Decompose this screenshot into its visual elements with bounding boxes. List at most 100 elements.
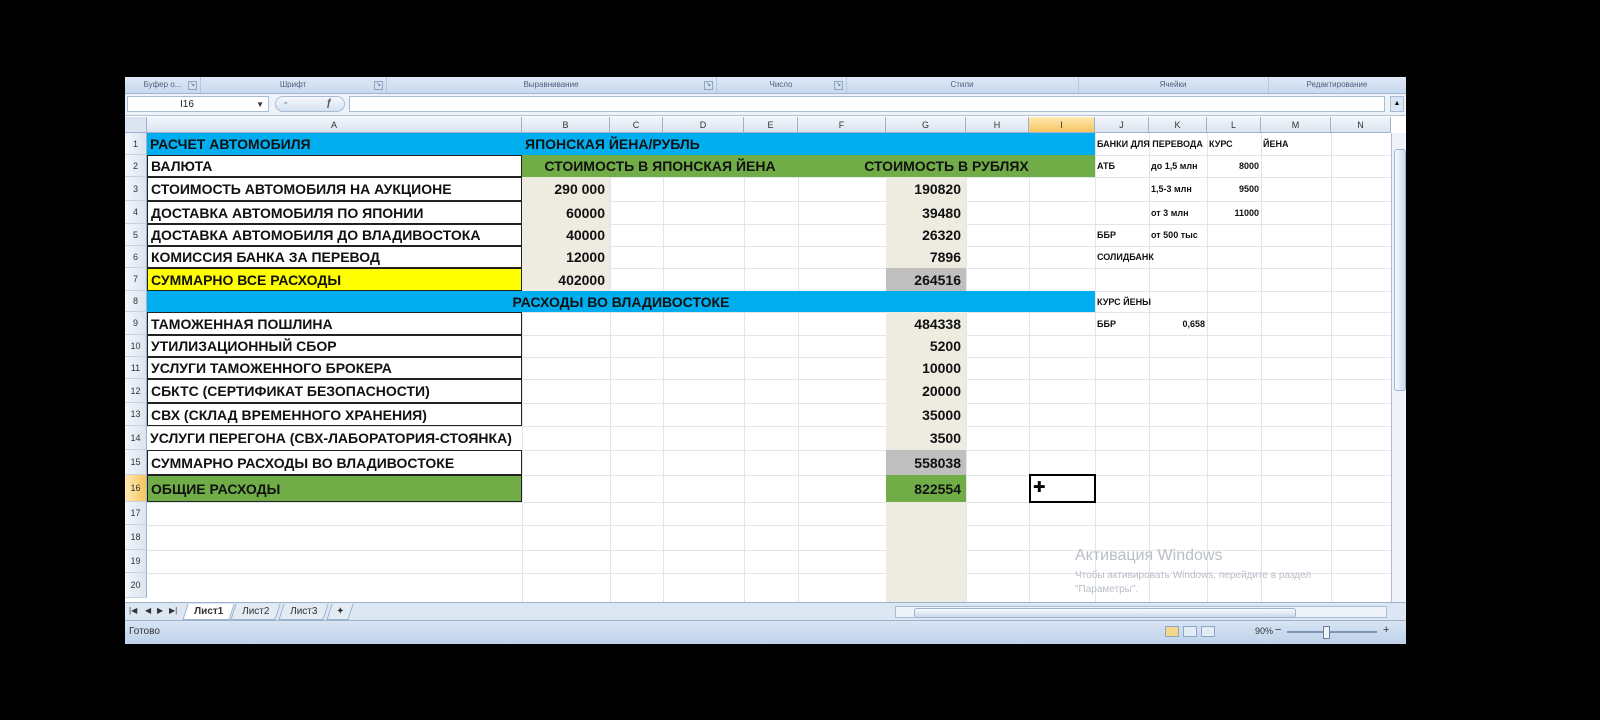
cell-a12[interactable]: СБКТС (СЕРТИФИКАТ БЕЗОПАСНОСТИ) xyxy=(147,379,522,403)
cell-j2[interactable]: АТБ xyxy=(1095,155,1149,177)
cell-g4[interactable]: 39480 xyxy=(886,201,966,224)
cell-g6[interactable]: 7896 xyxy=(886,246,966,268)
cell-a10[interactable]: УТИЛИЗАЦИОННЫЙ СБОР xyxy=(147,335,522,357)
cell-a9[interactable]: ТАМОЖЕННАЯ ПОШЛИНА xyxy=(147,312,522,335)
column-header-n[interactable]: N xyxy=(1331,117,1391,133)
column-header-f[interactable]: F xyxy=(798,117,886,133)
cell-b7[interactable]: 402000 xyxy=(522,268,610,291)
cell-g15[interactable]: 558038 xyxy=(886,450,966,475)
cell-a14[interactable]: УСЛУГИ ПЕРЕГОНА (СВХ-ЛАБОРАТОРИЯ-СТОЯНКА… xyxy=(147,426,522,450)
row-header[interactable]: 9 xyxy=(125,312,147,335)
last-sheet-icon[interactable]: ▶| xyxy=(169,606,177,615)
row-header[interactable]: 20 xyxy=(125,573,147,598)
cell-k3[interactable]: 1,5-3 млн xyxy=(1149,177,1207,201)
cell-a8[interactable]: РАСХОДЫ ВО ВЛАДИВОСТОКЕ xyxy=(147,291,1095,312)
cell-f2[interactable]: СТОИМОСТЬ В РУБЛЯХ xyxy=(798,155,1095,177)
cell-b4[interactable]: 60000 xyxy=(522,201,610,224)
cell-j8[interactable]: КУРС ЙЕНЫ xyxy=(1095,291,1207,312)
cell-l4[interactable]: 11000 xyxy=(1207,201,1261,224)
column-header-l[interactable]: L xyxy=(1207,117,1261,133)
cell-a1[interactable]: РАСЧЕТ АВТОМОБИЛЯ xyxy=(147,133,522,155)
horizontal-scrollbar[interactable] xyxy=(895,606,1387,618)
zoom-slider[interactable] xyxy=(1287,631,1377,633)
insert-function-icon[interactable]: ƒ xyxy=(326,97,332,111)
row-header[interactable]: 15 xyxy=(125,450,147,475)
cell-g10[interactable]: 5200 xyxy=(886,335,966,357)
normal-view-icon[interactable] xyxy=(1165,626,1179,637)
column-header-k[interactable]: K xyxy=(1149,117,1207,133)
dialog-launcher-icon[interactable]: ↘ xyxy=(834,81,843,90)
row-header[interactable]: 2 xyxy=(125,155,147,177)
cell-a13[interactable]: СВХ (СКЛАД ВРЕМЕННОГО ХРАНЕНИЯ) xyxy=(147,403,522,426)
horizontal-scroll-thumb[interactable] xyxy=(914,608,1296,618)
column-header-c[interactable]: C xyxy=(610,117,663,133)
cell-j5[interactable]: ББР xyxy=(1095,224,1149,246)
dialog-launcher-icon[interactable]: ↘ xyxy=(374,81,383,90)
cell-m1[interactable]: ЙЕНА xyxy=(1261,133,1331,155)
column-header-e[interactable]: E xyxy=(744,117,798,133)
insert-sheet-icon[interactable]: ✦ xyxy=(326,604,354,620)
vertical-scrollbar[interactable] xyxy=(1391,133,1406,602)
formula-input[interactable] xyxy=(349,96,1385,112)
row-header[interactable]: 4 xyxy=(125,201,147,224)
row-header[interactable]: 16 xyxy=(125,475,147,502)
cell-k9[interactable]: 0,658 xyxy=(1149,312,1207,335)
zoom-out-icon[interactable]: − xyxy=(1275,624,1281,636)
cell-a3[interactable]: СТОИМОСТЬ АВТОМОБИЛЯ НА АУКЦИОНЕ xyxy=(147,177,522,201)
cell-l3[interactable]: 9500 xyxy=(1207,177,1261,201)
cell-g13[interactable]: 35000 xyxy=(886,403,966,426)
row-header[interactable]: 5 xyxy=(125,224,147,246)
name-box[interactable]: I16 ▼ xyxy=(127,96,269,112)
cell-j6[interactable]: СОЛИДБАНК xyxy=(1095,246,1207,268)
row-header[interactable]: 19 xyxy=(125,550,147,573)
row-header[interactable]: 6 xyxy=(125,246,147,268)
cell-g7[interactable]: 264516 xyxy=(886,268,966,291)
select-all-corner[interactable] xyxy=(125,117,147,133)
zoom-level[interactable]: 90% xyxy=(1255,626,1273,636)
dialog-launcher-icon[interactable]: ↘ xyxy=(188,81,197,90)
row-header[interactable]: 13 xyxy=(125,403,147,426)
sheet-tab-1[interactable]: Лист1 xyxy=(182,604,235,620)
column-header-h[interactable]: H xyxy=(966,117,1029,133)
column-header-m[interactable]: M xyxy=(1261,117,1331,133)
cell-b3[interactable]: 290 000 xyxy=(522,177,610,201)
row-header[interactable]: 17 xyxy=(125,502,147,525)
cell-k2[interactable]: до 1,5 млн xyxy=(1149,155,1207,177)
cell-g9[interactable]: 484338 xyxy=(886,312,966,335)
sheet-tab-3[interactable]: Лист3 xyxy=(278,604,329,620)
cell-a6[interactable]: КОМИССИЯ БАНКА ЗА ПЕРЕВОД xyxy=(147,246,522,268)
next-sheet-icon[interactable]: ▶ xyxy=(157,606,163,615)
cell-a16[interactable]: ОБЩИЕ РАСХОДЫ xyxy=(147,475,522,502)
formula-expand-icon[interactable]: ▲ xyxy=(1390,96,1404,112)
row-header[interactable]: 14 xyxy=(125,426,147,450)
cell-g14[interactable]: 3500 xyxy=(886,426,966,450)
column-header-a[interactable]: A xyxy=(147,117,522,133)
row-header[interactable]: 1 xyxy=(125,133,147,155)
formula-cancel-icon[interactable]: ◦ xyxy=(284,97,288,111)
cell-b6[interactable]: 12000 xyxy=(522,246,610,268)
cell-a11[interactable]: УСЛУГИ ТАМОЖЕННОГО БРОКЕРА xyxy=(147,357,522,379)
cell-g16[interactable]: 822554 xyxy=(886,475,966,502)
cell-g5[interactable]: 26320 xyxy=(886,224,966,246)
cell-a5[interactable]: ДОСТАВКА АВТОМОБИЛЯ ДО ВЛАДИВОСТОКА xyxy=(147,224,522,246)
row-header[interactable]: 11 xyxy=(125,357,147,379)
cell-b5[interactable]: 40000 xyxy=(522,224,610,246)
cell-j1[interactable]: БАНКИ ДЛЯ ПЕРЕВОДА xyxy=(1095,133,1207,155)
cell-j9[interactable]: ББР xyxy=(1095,312,1149,335)
sheet-tab-2[interactable]: Лист2 xyxy=(230,604,281,620)
column-header-g[interactable]: G xyxy=(886,117,966,133)
cell-b2[interactable]: СТОИМОСТЬ В ЯПОНСКАЯ ЙЕНА xyxy=(522,155,798,177)
zoom-slider-knob[interactable] xyxy=(1323,626,1330,639)
cell-g11[interactable]: 10000 xyxy=(886,357,966,379)
cell-g3[interactable]: 190820 xyxy=(886,177,966,201)
cell-l2[interactable]: 8000 xyxy=(1207,155,1261,177)
zoom-in-icon[interactable]: + xyxy=(1383,624,1389,636)
cell-a2[interactable]: ВАЛЮТА xyxy=(147,155,522,177)
name-box-dropdown-icon[interactable]: ▼ xyxy=(256,97,264,113)
row-header[interactable]: 18 xyxy=(125,525,147,550)
page-layout-view-icon[interactable] xyxy=(1183,626,1197,637)
column-header-b[interactable]: B xyxy=(522,117,610,133)
row-header[interactable]: 8 xyxy=(125,291,147,312)
row-header[interactable]: 3 xyxy=(125,177,147,201)
first-sheet-icon[interactable]: |◀ xyxy=(129,606,137,615)
